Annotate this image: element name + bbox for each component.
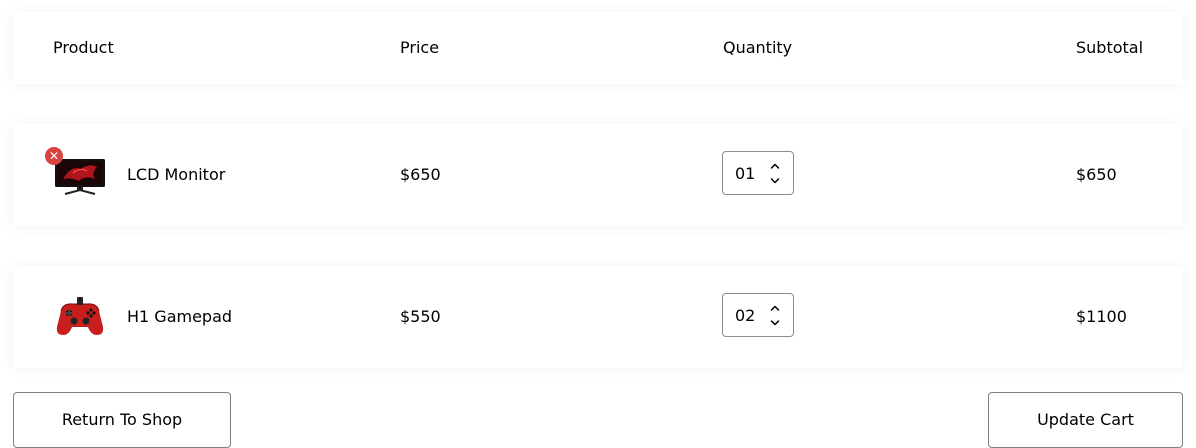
header-price: Price: [400, 38, 440, 57]
gamepad-image: [53, 295, 107, 339]
header-subtotal: Subtotal: [1076, 38, 1144, 57]
quantity-value[interactable]: 01: [735, 164, 755, 184]
chevron-down-icon[interactable]: [767, 173, 783, 187]
cart-page: Product Price Quantity Subtotal ✕ LCD Mo…: [0, 0, 1196, 448]
quantity-stepper[interactable]: 01: [722, 151, 794, 195]
product-subtotal: $1100: [1076, 307, 1127, 326]
quantity-arrows: [767, 158, 783, 188]
quantity-value[interactable]: 02: [735, 306, 755, 326]
remove-x-icon[interactable]: ✕: [45, 147, 63, 165]
chevron-up-icon[interactable]: [767, 300, 783, 314]
product-price: $550: [400, 307, 441, 326]
update-cart-button[interactable]: Update Cart: [988, 392, 1183, 448]
header-product: Product: [53, 38, 114, 57]
chevron-up-icon[interactable]: [767, 158, 783, 172]
chevron-down-icon[interactable]: [767, 315, 783, 329]
product-name: LCD Monitor: [127, 165, 226, 184]
table-row: H1 Gamepad $550 02 $1100: [13, 266, 1183, 368]
table-row: ✕ LCD Monitor $650 01 $650: [13, 124, 1183, 226]
cart-table-header: Product Price Quantity Subtotal: [13, 12, 1183, 84]
product-price: $650: [400, 165, 441, 184]
quantity-arrows: [767, 300, 783, 330]
return-to-shop-button[interactable]: Return To Shop: [13, 392, 231, 448]
product-subtotal: $650: [1076, 165, 1117, 184]
header-quantity: Quantity: [723, 38, 793, 57]
quantity-stepper[interactable]: 02: [722, 293, 794, 337]
product-name: H1 Gamepad: [127, 307, 233, 326]
